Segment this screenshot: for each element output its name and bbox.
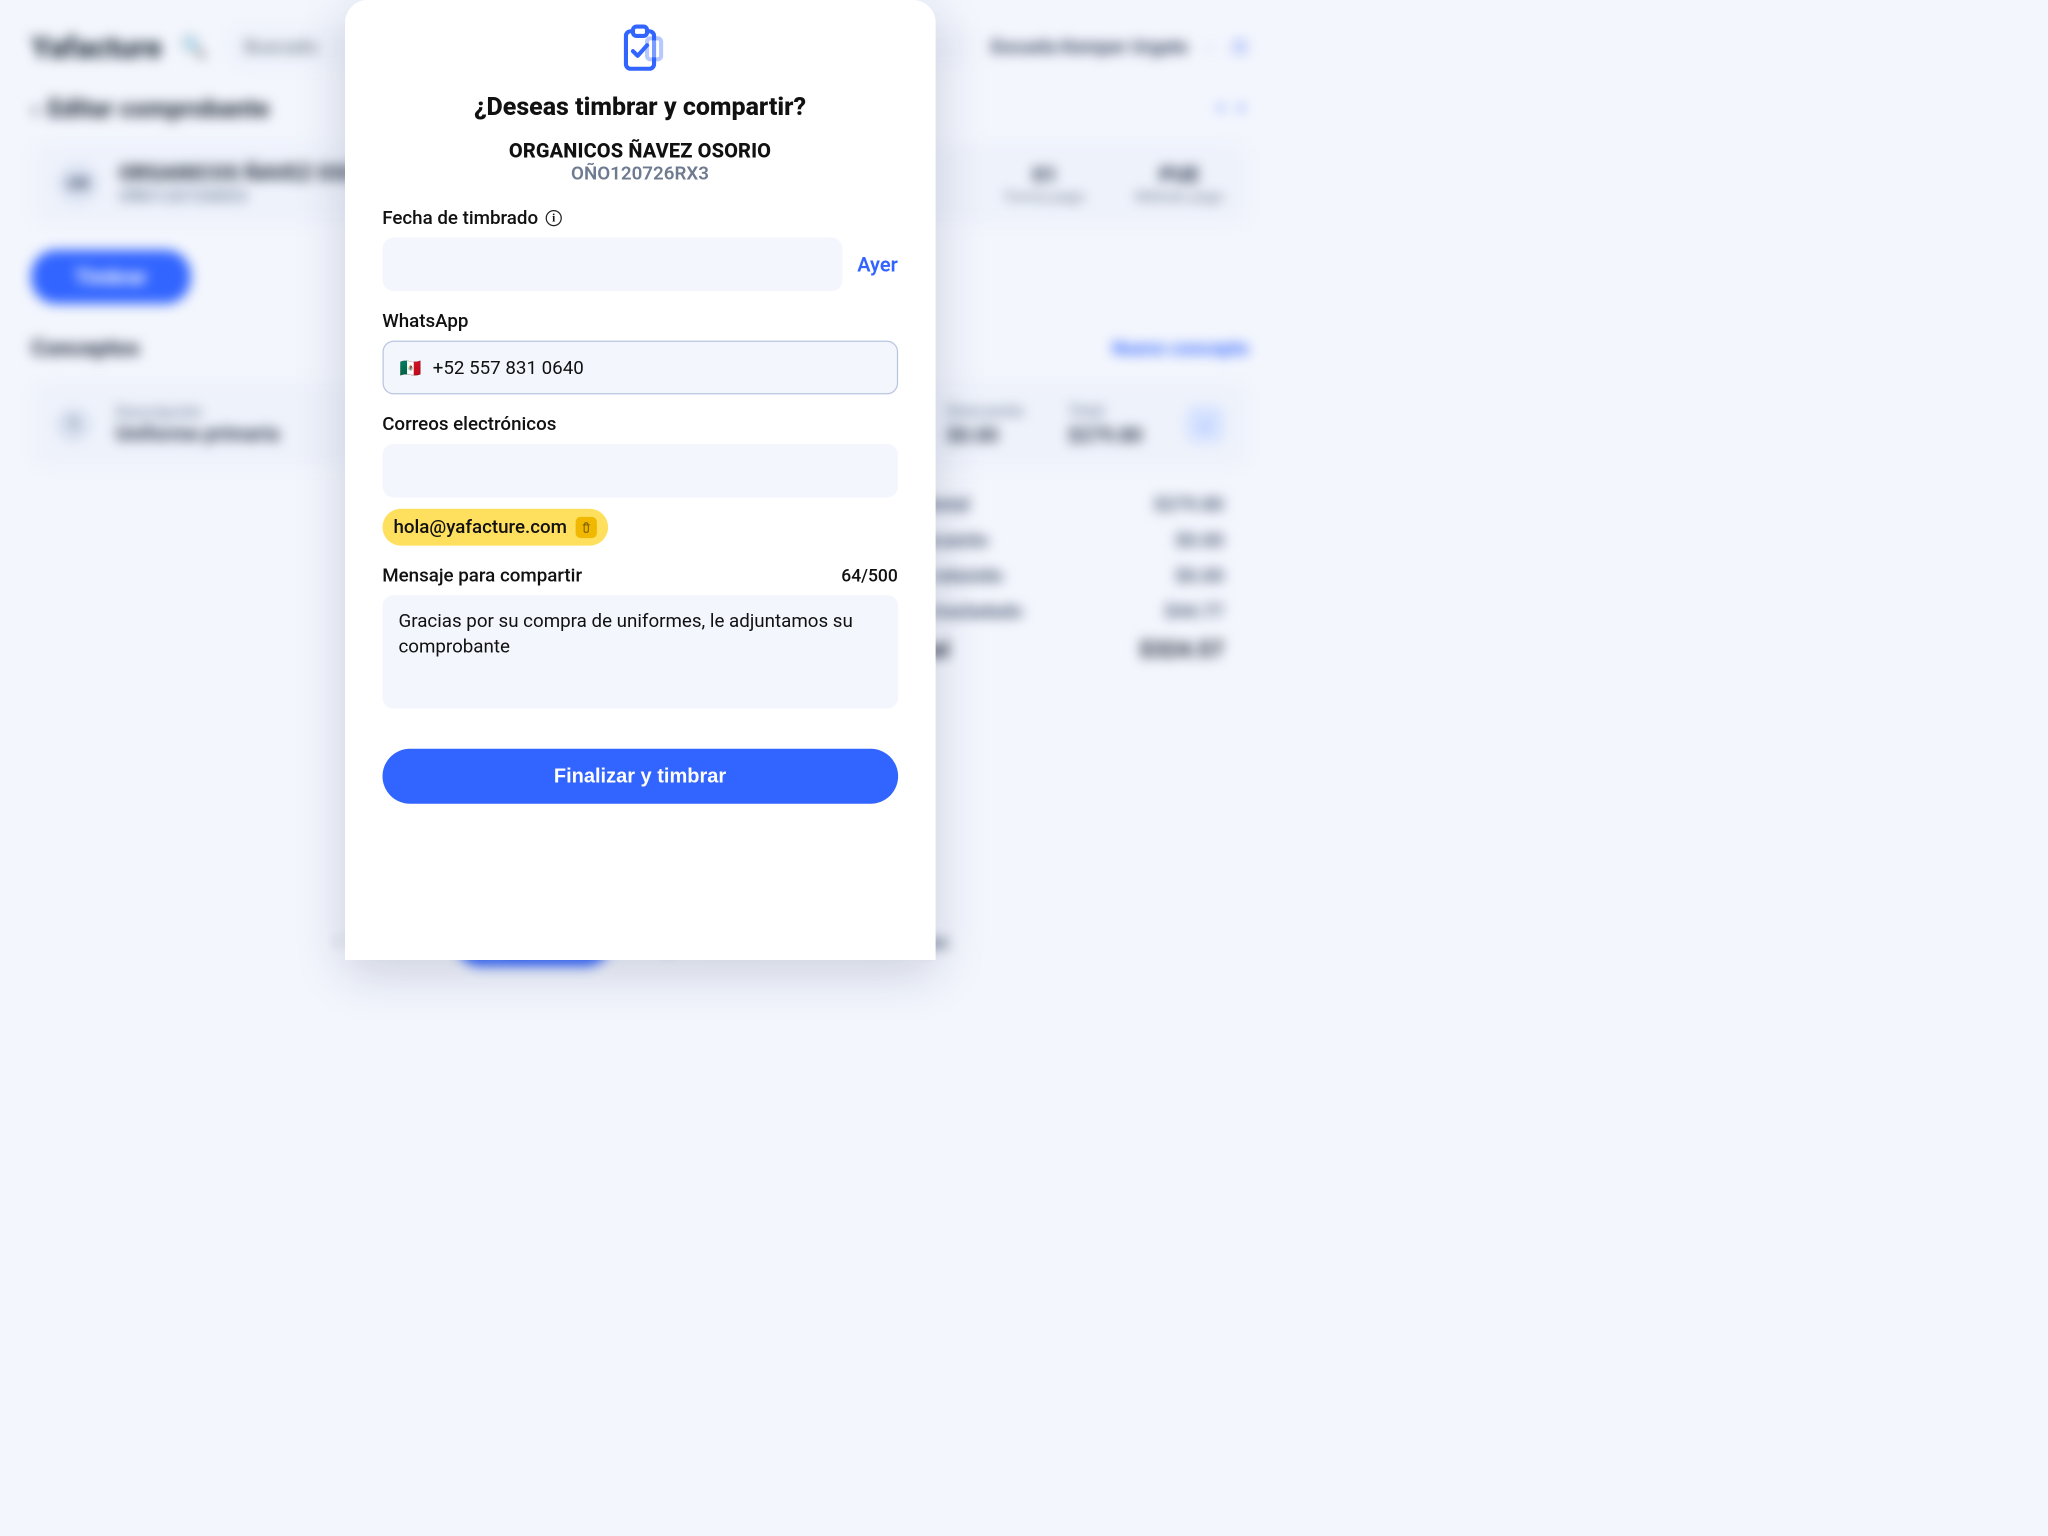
fecha-timbrado-input[interactable] bbox=[382, 238, 842, 292]
modal-backdrop: ¿Deseas timbrar y compartir? ORGANICOS Ñ… bbox=[0, 0, 1280, 960]
email-chip-text: hola@yafacture.com bbox=[393, 516, 567, 538]
whatsapp-field: WhatsApp 🇲🇽 bbox=[382, 310, 898, 394]
correos-input[interactable] bbox=[382, 444, 898, 498]
email-chip: hola@yafacture.com bbox=[382, 509, 608, 546]
mensaje-label: Mensaje para compartir bbox=[382, 564, 582, 586]
fecha-timbrado-label: Fecha de timbrado bbox=[382, 207, 538, 229]
correos-field: Correos electrónicos hola@yafacture.com bbox=[382, 413, 898, 546]
modal-client-name: ORGANICOS ÑAVEZ OSORIO bbox=[509, 139, 771, 163]
modal-title: ¿Deseas timbrar y compartir? bbox=[474, 92, 806, 121]
clipboard-check-icon bbox=[612, 22, 668, 81]
mensaje-counter: 64/500 bbox=[841, 565, 898, 586]
fecha-quick-ayer-link[interactable]: Ayer bbox=[857, 253, 898, 277]
whatsapp-input[interactable]: 🇲🇽 bbox=[382, 341, 898, 395]
modal-client-rfc: OÑO120726RX3 bbox=[571, 163, 709, 185]
correos-label: Correos electrónicos bbox=[382, 413, 556, 435]
fecha-timbrado-field: Fecha de timbrado i Ayer bbox=[382, 207, 898, 291]
info-icon[interactable]: i bbox=[546, 210, 562, 226]
whatsapp-label: WhatsApp bbox=[382, 310, 468, 332]
mensaje-field: Mensaje para compartir 64/500 bbox=[382, 564, 898, 708]
timbrar-share-modal: ¿Deseas timbrar y compartir? ORGANICOS Ñ… bbox=[345, 0, 936, 960]
trash-icon bbox=[580, 521, 593, 534]
email-chip-delete-button[interactable] bbox=[576, 517, 597, 538]
finalizar-timbrar-button[interactable]: Finalizar y timbrar bbox=[382, 748, 898, 803]
mensaje-textarea[interactable] bbox=[382, 595, 898, 708]
flag-mx-icon[interactable]: 🇲🇽 bbox=[400, 357, 422, 378]
